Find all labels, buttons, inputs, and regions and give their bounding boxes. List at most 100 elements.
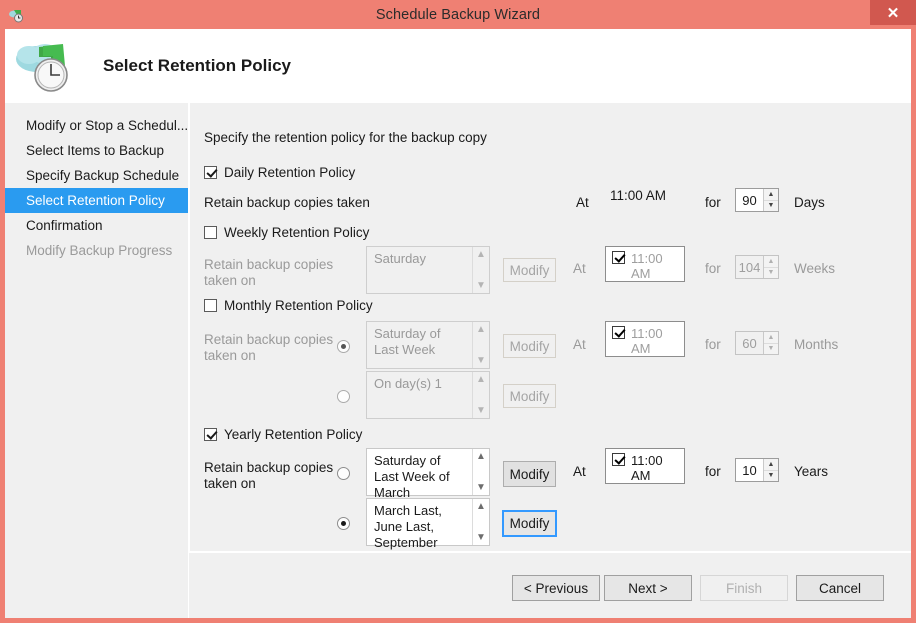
yearly-retain-label-line1: Retain backup copies	[204, 460, 333, 475]
sidebar-item-select-retention-policy[interactable]: Select Retention Policy	[5, 188, 188, 213]
sidebar-item-select-items[interactable]: Select Items to Backup	[5, 138, 188, 163]
monthly-at-label: At	[573, 337, 586, 352]
daily-retention-checkbox-row[interactable]: Daily Retention Policy	[204, 165, 355, 180]
weekly-retention-checkbox[interactable]	[204, 226, 217, 239]
daily-days-value[interactable]: 90	[736, 189, 763, 211]
cancel-button[interactable]: Cancel	[796, 575, 884, 601]
daily-for-label: for	[705, 195, 721, 210]
retention-policy-panel: Specify the retention policy for the bac…	[189, 103, 911, 618]
wizard-body: Modify or Stop a Schedul... Select Items…	[5, 103, 911, 618]
weekly-weeks-spinner-buttons: ▲ ▼	[763, 256, 778, 278]
monthly-retain-label-line1: Retain backup copies	[204, 332, 333, 347]
chevron-down-icon[interactable]: ▼	[476, 483, 486, 492]
weekly-time-checkbox[interactable]	[612, 251, 625, 264]
wizard-footer: < Previous Next > Finish Cancel	[189, 551, 911, 618]
monthly-option2-listbox[interactable]: On day(s) 1 ▲ ▼	[366, 371, 490, 419]
wizard-header: Select Retention Policy	[5, 29, 911, 103]
weekly-modify-button: Modify	[503, 258, 556, 282]
monthly-option1-radio[interactable]	[337, 340, 350, 353]
weekly-retention-checkbox-row[interactable]: Weekly Retention Policy	[204, 225, 369, 240]
monthly-option1-value: Saturday of Last Week	[367, 322, 489, 358]
yearly-option1-scrollbar[interactable]: ▲ ▼	[472, 449, 489, 495]
monthly-unit-label: Months	[794, 337, 838, 352]
yearly-time-field[interactable]: 11:00 AM	[605, 448, 685, 484]
close-button[interactable]: ✕	[870, 0, 916, 25]
yearly-option1-listbox[interactable]: Saturday of Last Week of March ▲ ▼	[366, 448, 490, 496]
page-title: Select Retention Policy	[103, 56, 291, 76]
daily-days-decrement-icon[interactable]: ▼	[764, 201, 778, 212]
weekly-weeks-increment-icon: ▲	[764, 256, 778, 268]
window-title: Schedule Backup Wizard	[0, 7, 916, 23]
weekly-weeks-spinner: 104 ▲ ▼	[735, 255, 779, 279]
weekly-weeks-decrement-icon: ▼	[764, 268, 778, 279]
monthly-option2-radio[interactable]	[337, 390, 350, 403]
panel-instruction: Specify the retention policy for the bac…	[204, 130, 487, 145]
weekly-for-label: for	[705, 261, 721, 276]
daily-retention-label: Daily Retention Policy	[224, 165, 355, 180]
weekly-retain-label-line1: Retain backup copies	[204, 257, 333, 272]
weekly-time-field[interactable]: 11:00 AM	[605, 246, 685, 282]
weekly-retention-label: Weekly Retention Policy	[224, 225, 369, 240]
chevron-down-icon[interactable]: ▼	[476, 356, 486, 365]
app-icon	[8, 7, 24, 23]
yearly-option1-modify-button[interactable]: Modify	[503, 461, 556, 487]
yearly-for-label: for	[705, 464, 721, 479]
next-button[interactable]: Next >	[604, 575, 692, 601]
daily-days-spinner-buttons[interactable]: ▲ ▼	[763, 189, 778, 211]
chevron-up-icon[interactable]: ▲	[476, 452, 486, 461]
wizard-steps-sidebar: Modify or Stop a Schedul... Select Items…	[5, 103, 189, 618]
monthly-option2-value: On day(s) 1	[367, 372, 489, 392]
daily-days-increment-icon[interactable]: ▲	[764, 189, 778, 201]
yearly-retention-checkbox-row[interactable]: Yearly Retention Policy	[204, 427, 362, 442]
yearly-option2-listbox[interactable]: March Last, June Last, September ▲ ▼	[366, 498, 490, 546]
weekly-weeks-value: 104	[736, 256, 763, 278]
yearly-at-label: At	[573, 464, 586, 479]
chevron-down-icon[interactable]: ▼	[476, 533, 486, 542]
yearly-option1-radio[interactable]	[337, 467, 350, 480]
monthly-time-field[interactable]: 11:00 AM	[605, 321, 685, 357]
yearly-years-decrement-icon[interactable]: ▼	[764, 471, 778, 482]
chevron-up-icon[interactable]: ▲	[476, 250, 486, 259]
chevron-down-icon[interactable]: ▼	[476, 406, 486, 415]
sidebar-item-modify-or-stop[interactable]: Modify or Stop a Schedul...	[5, 113, 188, 138]
daily-unit-label: Days	[794, 195, 825, 210]
chevron-up-icon[interactable]: ▲	[476, 502, 486, 511]
weekly-retain-label-line2: taken on	[204, 273, 256, 288]
yearly-time-value: 11:00 AM	[631, 453, 684, 483]
sidebar-item-confirmation[interactable]: Confirmation	[5, 213, 188, 238]
yearly-years-spinner-buttons[interactable]: ▲ ▼	[763, 459, 778, 481]
monthly-time-checkbox[interactable]	[612, 326, 625, 339]
yearly-unit-label: Years	[794, 464, 828, 479]
weekly-day-listbox[interactable]: Saturday ▲ ▼	[366, 246, 490, 294]
monthly-option1-listbox[interactable]: Saturday of Last Week ▲ ▼	[366, 321, 490, 369]
yearly-years-spinner[interactable]: 10 ▲ ▼	[735, 458, 779, 482]
yearly-retention-label: Yearly Retention Policy	[224, 427, 362, 442]
yearly-years-increment-icon[interactable]: ▲	[764, 459, 778, 471]
sidebar-item-specify-schedule[interactable]: Specify Backup Schedule	[5, 163, 188, 188]
monthly-option2-scrollbar[interactable]: ▲ ▼	[472, 372, 489, 418]
yearly-option2-modify-button[interactable]: Modify	[502, 510, 557, 537]
monthly-retention-checkbox[interactable]	[204, 299, 217, 312]
daily-retention-checkbox[interactable]	[204, 166, 217, 179]
previous-button[interactable]: < Previous	[512, 575, 600, 601]
chevron-up-icon[interactable]: ▲	[476, 325, 486, 334]
yearly-option1-value: Saturday of Last Week of March	[367, 449, 489, 501]
monthly-months-spinner-buttons: ▲ ▼	[763, 332, 778, 354]
monthly-option2-modify-button: Modify	[503, 384, 556, 408]
daily-days-spinner[interactable]: 90 ▲ ▼	[735, 188, 779, 212]
monthly-time-value: 11:00 AM	[631, 326, 684, 356]
chevron-up-icon[interactable]: ▲	[476, 375, 486, 384]
weekly-day-scrollbar[interactable]: ▲ ▼	[472, 247, 489, 293]
monthly-retention-checkbox-row[interactable]: Monthly Retention Policy	[204, 298, 373, 313]
yearly-option2-scrollbar[interactable]: ▲ ▼	[472, 499, 489, 545]
yearly-retain-label-line2: taken on	[204, 476, 256, 491]
cloud-clock-icon	[13, 37, 75, 95]
yearly-option2-radio[interactable]	[337, 517, 350, 530]
monthly-option1-modify-button: Modify	[503, 334, 556, 358]
yearly-retention-checkbox[interactable]	[204, 428, 217, 441]
monthly-for-label: for	[705, 337, 721, 352]
yearly-years-value[interactable]: 10	[736, 459, 763, 481]
chevron-down-icon[interactable]: ▼	[476, 281, 486, 290]
monthly-option1-scrollbar[interactable]: ▲ ▼	[472, 322, 489, 368]
yearly-time-checkbox[interactable]	[612, 453, 625, 466]
